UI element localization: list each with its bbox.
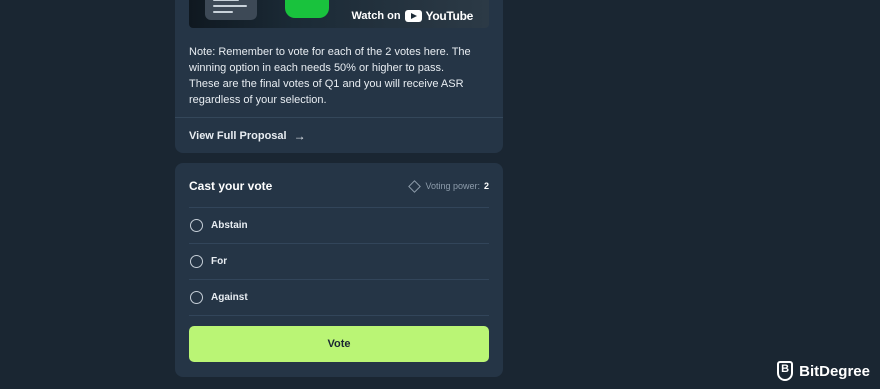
youtube-wordmark: YouTube	[425, 9, 474, 23]
view-full-proposal-label: View Full Proposal	[189, 130, 287, 142]
vote-option-for[interactable]: For	[189, 243, 489, 279]
note-line: regardless of your selection.	[189, 94, 327, 106]
video-thumbnail-green-icon	[285, 0, 329, 18]
voting-power-value: 2	[483, 181, 489, 191]
vote-header: Cast your vote Voting power: 2	[189, 179, 489, 193]
cast-vote-card: Cast your vote Voting power: 2 Abstain F…	[175, 163, 503, 377]
note-line: These are the final votes of Q1 and you …	[189, 78, 464, 90]
vote-option-against[interactable]: Against	[189, 279, 489, 316]
youtube-icon	[404, 10, 422, 22]
vote-button[interactable]: Vote	[189, 326, 489, 362]
vote-options: Abstain For Against	[189, 207, 489, 316]
note-line: winning option in each needs 50% or high…	[189, 62, 445, 74]
radio-button[interactable]	[190, 291, 203, 304]
radio-button[interactable]	[190, 219, 203, 232]
proposal-note: Note: Remember to vote for each of the 2…	[189, 44, 489, 108]
vote-option-label: Abstain	[211, 220, 248, 231]
watch-on-label: Watch on	[351, 10, 401, 22]
bitdegree-logo-icon	[777, 361, 794, 381]
video-embed[interactable]: Watch on YouTube	[189, 0, 489, 28]
watch-on-youtube-link[interactable]: Watch on YouTube	[351, 9, 473, 23]
divider	[175, 117, 503, 118]
note-line: Note: Remember to vote for each of the 2…	[189, 46, 471, 58]
video-thumbnail-document	[205, 0, 257, 20]
arrow-right-icon: →	[293, 129, 306, 143]
brand-name: BitDegree	[799, 362, 870, 380]
voting-power-label: Voting power:	[425, 181, 480, 191]
bitdegree-watermark: BitDegree	[777, 361, 870, 381]
diamond-icon	[408, 179, 422, 193]
view-full-proposal-link[interactable]: View Full Proposal →	[189, 129, 306, 143]
voting-power: Voting power: 2	[408, 179, 489, 193]
cast-vote-title: Cast your vote	[189, 179, 273, 193]
vote-option-label: For	[211, 256, 228, 267]
vote-option-label: Against	[211, 292, 248, 303]
vote-option-abstain[interactable]: Abstain	[189, 207, 489, 243]
proposal-card: Watch on YouTube Note: Remember to vote …	[175, 0, 503, 153]
radio-button[interactable]	[190, 255, 203, 268]
